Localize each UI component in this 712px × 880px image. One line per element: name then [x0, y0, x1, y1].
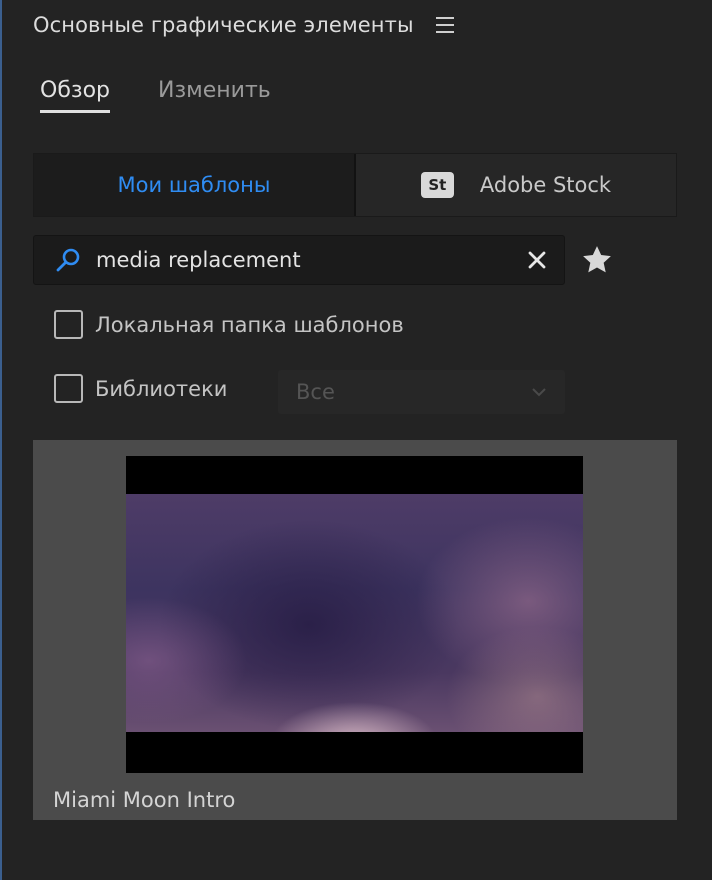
my-templates-label: Мои шаблоны [117, 173, 271, 197]
panel-left-edge [0, 0, 2, 880]
template-thumbnail-image [126, 494, 583, 732]
chevron-down-icon [531, 384, 547, 400]
template-thumbnail [126, 456, 583, 773]
libraries-select-value: Все [296, 380, 335, 404]
panel-header: Основные графические элементы [33, 8, 454, 42]
search-box [33, 235, 565, 285]
star-icon[interactable] [579, 242, 615, 278]
search-icon [52, 244, 84, 276]
adobe-stock-button[interactable]: St Adobe Stock [356, 154, 676, 216]
libraries-checkbox[interactable] [54, 374, 83, 403]
adobe-stock-label: Adobe Stock [479, 173, 612, 197]
template-results: Miami Moon Intro [33, 440, 677, 820]
hamburger-menu-icon[interactable] [435, 17, 454, 33]
libraries-select[interactable]: Все [278, 370, 565, 414]
template-card[interactable]: Miami Moon Intro [33, 440, 677, 820]
tab-edit[interactable]: Изменить [158, 78, 271, 109]
adobe-stock-icon: St [420, 172, 454, 198]
search-row [33, 235, 615, 285]
template-title: Miami Moon Intro [53, 788, 236, 812]
tab-browse[interactable]: Обзор [40, 78, 111, 113]
local-folder-label: Локальная папка шаблонов [95, 312, 404, 337]
libraries-filter: Библиотеки [54, 374, 227, 403]
my-templates-button[interactable]: Мои шаблоны [34, 154, 356, 216]
panel-title: Основные графические элементы [33, 13, 414, 37]
libraries-label: Библиотеки [95, 376, 228, 401]
local-folder-filter: Локальная папка шаблонов [54, 310, 404, 339]
tab-bar: Обзор Изменить [40, 78, 271, 113]
local-folder-checkbox[interactable] [54, 310, 83, 339]
search-input[interactable] [96, 248, 524, 272]
source-switch: Мои шаблоны St Adobe Stock [33, 153, 677, 217]
close-icon[interactable] [524, 247, 550, 273]
